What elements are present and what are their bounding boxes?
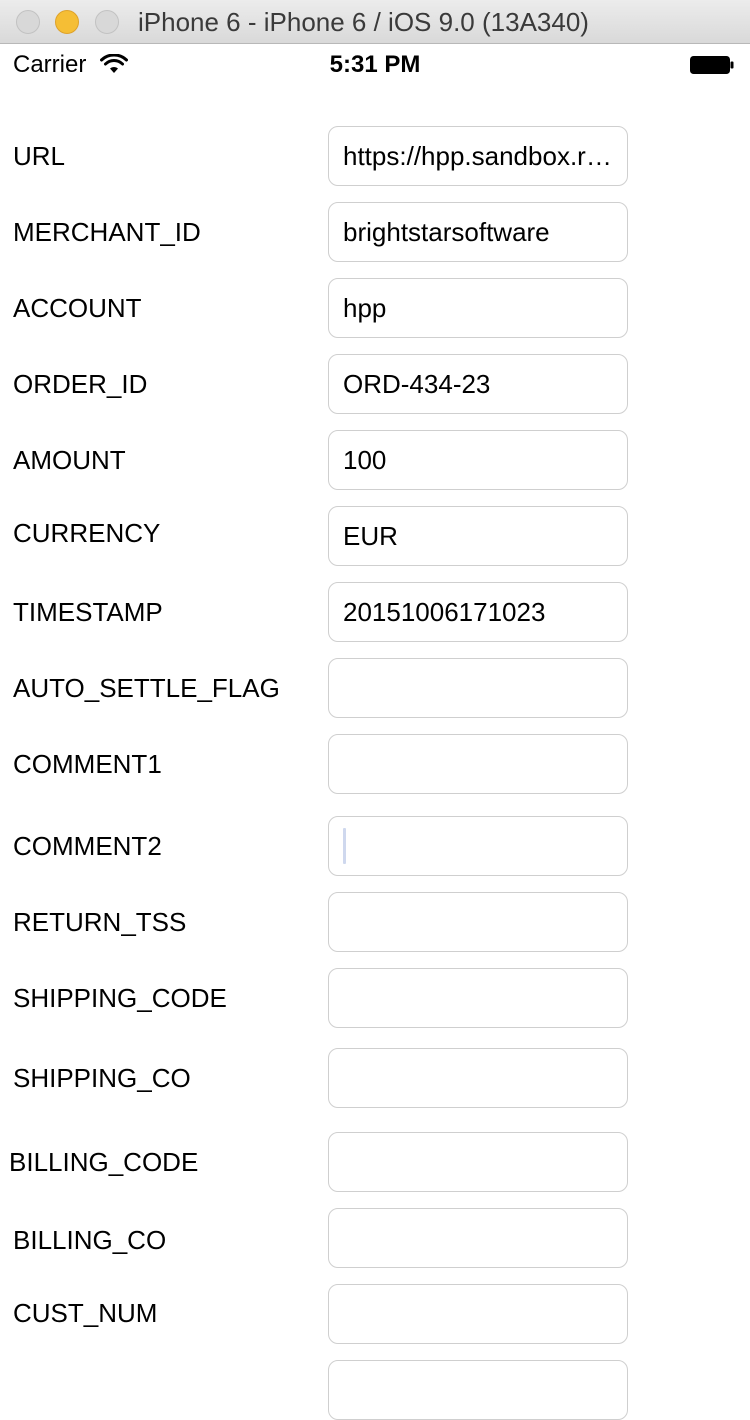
form-row-next	[0, 1360, 750, 1420]
form-row-timestamp: TIMESTAMP	[0, 582, 750, 642]
field-label: URL	[13, 141, 66, 171]
timestamp-field[interactable]	[328, 582, 628, 642]
field-label: COMMENT2	[13, 831, 162, 861]
form-row-comment2: COMMENT2	[0, 816, 750, 876]
field-label: CURRENCY	[13, 518, 161, 548]
form-row-order-id: ORDER_ID	[0, 354, 750, 414]
account-field[interactable]	[328, 278, 628, 338]
field-label: MERCHANT_ID	[13, 217, 201, 247]
field-label: COMMENT1	[13, 749, 162, 779]
form-row-shipping-code: SHIPPING_CODE	[0, 968, 750, 1028]
zoom-window-button[interactable]	[95, 10, 119, 34]
close-window-button[interactable]	[16, 10, 40, 34]
form-row-billing-co: BILLING_CO	[0, 1208, 750, 1268]
form-row-return-tss: RETURN_TSS	[0, 892, 750, 952]
field-label: SHIPPING_CODE	[13, 983, 227, 1013]
field-label: AUTO_SETTLE_FLAG	[13, 673, 280, 703]
return-tss-field[interactable]	[328, 892, 628, 952]
battery-icon	[690, 56, 734, 74]
form-row-comment1: COMMENT1	[0, 734, 750, 794]
comment2-field[interactable]	[328, 816, 628, 876]
form-row-currency: CURRENCY	[0, 506, 750, 566]
field-label: BILLING_CO	[13, 1225, 167, 1255]
shipping-co-field[interactable]	[328, 1048, 628, 1108]
form-row-billing-code: BILLING_CODE	[0, 1132, 750, 1192]
billing-co-field[interactable]	[328, 1208, 628, 1268]
field-label: TIMESTAMP	[13, 597, 163, 627]
cust-num-field[interactable]	[328, 1284, 628, 1344]
shipping-code-field[interactable]	[328, 968, 628, 1028]
field-label: CUST_NUM	[13, 1298, 158, 1328]
auto-settle-flag-field[interactable]	[328, 658, 628, 718]
next-field[interactable]	[328, 1360, 628, 1420]
form-row-url: URL	[0, 126, 750, 186]
status-bar: Carrier 5:31 PM	[0, 44, 750, 84]
field-label: BILLING_CODE	[9, 1147, 199, 1177]
url-field[interactable]	[328, 126, 628, 186]
field-label: SHIPPING_CO	[13, 1063, 191, 1093]
field-label: ORDER_ID	[13, 369, 148, 399]
field-label: ACCOUNT	[13, 293, 142, 323]
window-title: iPhone 6 - iPhone 6 / iOS 9.0 (13A340)	[138, 7, 589, 37]
minimize-window-button[interactable]	[55, 10, 79, 34]
window-titlebar: iPhone 6 - iPhone 6 / iOS 9.0 (13A340)	[0, 0, 750, 44]
status-time: 5:31 PM	[329, 51, 421, 78]
form-row-cust-num: CUST_NUM	[0, 1284, 750, 1344]
text-cursor	[343, 828, 346, 864]
billing-code-field[interactable]	[328, 1132, 628, 1192]
currency-field[interactable]	[328, 506, 628, 566]
field-label: AMOUNT	[13, 445, 126, 475]
order-id-field[interactable]	[328, 354, 628, 414]
field-label: RETURN_TSS	[13, 907, 187, 937]
form-row-merchant-id: MERCHANT_ID	[0, 202, 750, 262]
form-row-account: ACCOUNT	[0, 278, 750, 338]
amount-field[interactable]	[328, 430, 628, 490]
merchant-id-field[interactable]	[328, 202, 628, 262]
comment1-field[interactable]	[328, 734, 628, 794]
form-row-shipping-co: SHIPPING_CO	[0, 1048, 750, 1108]
form-row-amount: AMOUNT	[0, 430, 750, 490]
form-row-auto-settle-flag: AUTO_SETTLE_FLAG	[0, 658, 750, 718]
